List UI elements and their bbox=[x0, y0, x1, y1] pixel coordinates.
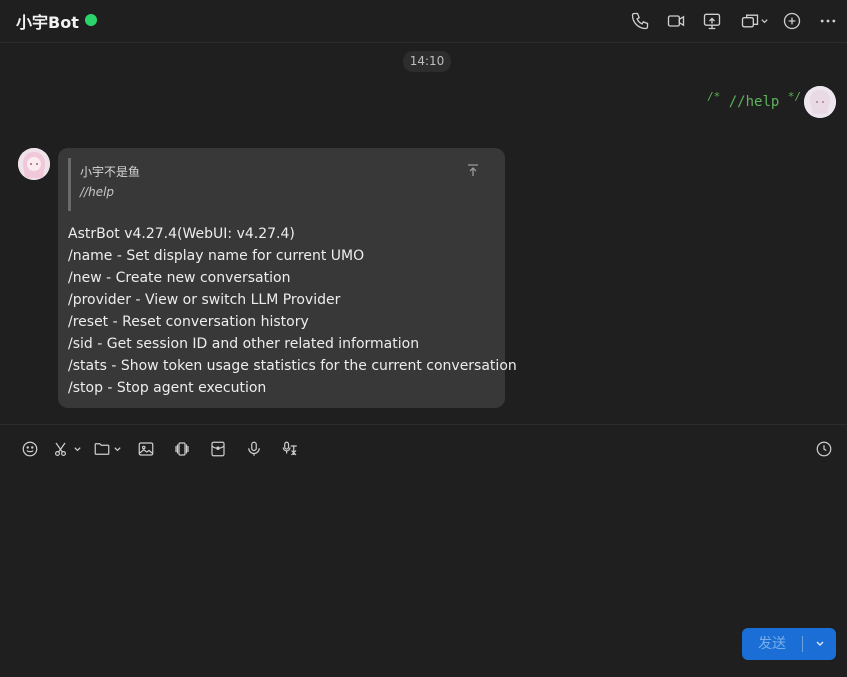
window-switch-icon[interactable] bbox=[737, 10, 771, 32]
comment-open: /* bbox=[707, 90, 721, 103]
video-camera-icon[interactable] bbox=[665, 10, 687, 32]
chevron-down-icon bbox=[816, 641, 823, 646]
chevron-down-icon bbox=[114, 446, 121, 451]
message-timestamp: 14:10 bbox=[403, 51, 451, 72]
screen-share-icon[interactable] bbox=[701, 10, 723, 32]
reply-line: /stats - Show token usage statistics for… bbox=[68, 358, 517, 374]
send-label[interactable]: 发送 bbox=[742, 628, 802, 660]
reply-line: /provider - View or switch LLM Provider bbox=[68, 292, 341, 308]
chevron-down-icon bbox=[74, 446, 81, 451]
received-message-bubble[interactable]: 小宇不是鱼 //help AstrBot v4.27.4(WebUI: v4.2… bbox=[58, 148, 517, 408]
bot-avatar[interactable] bbox=[18, 148, 50, 180]
chevron-down-icon bbox=[760, 18, 768, 23]
bot-reply-text: AstrBot v4.27.4(WebUI: v4.27.4) /name - … bbox=[68, 223, 517, 399]
message-composer[interactable]: 发送 bbox=[0, 424, 847, 677]
chat-title: 小宇Bot bbox=[16, 13, 79, 32]
red-packet-icon[interactable] bbox=[209, 438, 227, 460]
scissors-icon[interactable] bbox=[53, 438, 82, 460]
reply-line: /name - Set display name for current UMO bbox=[68, 248, 365, 264]
reply-line: /sid - Get session ID and other related … bbox=[68, 336, 420, 352]
voice-to-text-icon[interactable] bbox=[281, 438, 299, 460]
quoted-text: //help bbox=[80, 185, 115, 199]
online-status-dot bbox=[85, 14, 97, 26]
emoji-icon[interactable] bbox=[21, 438, 39, 460]
quoted-sender-name: 小宇不是鱼 bbox=[80, 165, 141, 179]
send-button[interactable]: 发送 bbox=[742, 628, 836, 660]
reply-line: /reset - Reset conversation history bbox=[68, 314, 309, 330]
shake-icon[interactable] bbox=[173, 438, 191, 460]
jump-to-quote-icon[interactable] bbox=[465, 162, 481, 178]
more-icon[interactable] bbox=[817, 10, 839, 32]
my-avatar[interactable] bbox=[804, 86, 836, 118]
folder-icon[interactable] bbox=[93, 438, 122, 460]
add-icon[interactable] bbox=[781, 10, 803, 32]
sent-message-text: //help bbox=[728, 94, 780, 110]
quoted-message[interactable]: 小宇不是鱼 //help bbox=[68, 158, 491, 211]
microphone-icon[interactable] bbox=[245, 438, 263, 460]
reply-line: /new - Create new conversation bbox=[68, 270, 291, 286]
comment-close: */ bbox=[787, 90, 801, 103]
send-options-dropdown[interactable] bbox=[803, 628, 836, 660]
phone-icon[interactable] bbox=[629, 10, 651, 32]
sent-message[interactable]: /* //help */ bbox=[707, 90, 801, 110]
image-icon[interactable] bbox=[137, 438, 155, 460]
history-icon[interactable] bbox=[815, 438, 833, 460]
reply-line: AstrBot v4.27.4(WebUI: v4.27.4) bbox=[68, 226, 295, 242]
reply-line: /stop - Stop agent execution bbox=[68, 380, 267, 396]
chat-header: 小宇Bot bbox=[0, 0, 847, 43]
